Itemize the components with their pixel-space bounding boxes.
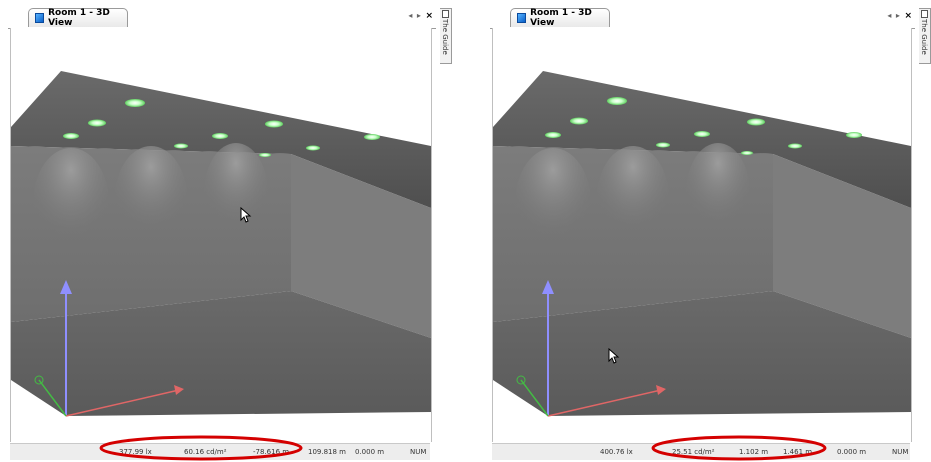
room-render bbox=[493, 71, 911, 417]
document-icon bbox=[442, 10, 449, 18]
num-lock-indicator: NUM bbox=[410, 448, 427, 456]
tab-scroll-arrows[interactable]: ◂ ▸ bbox=[408, 11, 422, 20]
tab-room1-3d-view[interactable]: Room 1 - 3D View bbox=[510, 8, 610, 28]
ceiling-luminaire bbox=[306, 145, 320, 151]
ceiling-luminaire bbox=[607, 97, 627, 105]
wall-light-spot bbox=[686, 143, 750, 243]
highlight-ellipse bbox=[99, 435, 303, 461]
3d-viewport[interactable] bbox=[10, 28, 432, 442]
left-3d-view-window: Room 1 - 3D View ◂ ▸ × The Guide 377.99 … bbox=[0, 0, 452, 461]
wall-light-spot bbox=[33, 148, 109, 258]
mouse-pointer-icon bbox=[608, 348, 620, 364]
tab-nav-controls: ◂ ▸ × bbox=[408, 11, 434, 21]
close-icon[interactable]: × bbox=[904, 11, 913, 21]
z-coordinate-readout: 0.000 m bbox=[355, 448, 385, 456]
ceiling-luminaire bbox=[570, 117, 588, 125]
ceiling-luminaire bbox=[545, 132, 561, 138]
ceiling-luminaire bbox=[788, 143, 802, 149]
ceiling-luminaire bbox=[88, 119, 106, 127]
wall-light-spot bbox=[515, 148, 591, 258]
cube-icon bbox=[35, 13, 45, 23]
ceiling-luminaire bbox=[259, 153, 271, 157]
close-icon[interactable]: × bbox=[425, 11, 434, 21]
cube-icon bbox=[517, 13, 527, 23]
highlight-ellipse bbox=[651, 435, 827, 461]
wall-light-spot bbox=[115, 146, 187, 250]
wall-light-spot bbox=[204, 143, 268, 243]
the-guide-side-tab[interactable]: The Guide bbox=[919, 8, 931, 64]
y-coordinate-readout: 109.818 m bbox=[308, 448, 346, 456]
ceiling-luminaire bbox=[656, 142, 670, 148]
tab-scroll-arrows[interactable]: ◂ ▸ bbox=[887, 11, 901, 20]
right-3d-view-window: Room 1 - 3D View ◂ ▸ × The Guide 400.76 … bbox=[482, 0, 931, 461]
ceiling-luminaire bbox=[364, 134, 380, 140]
tab-bar: Room 1 - 3D View ◂ ▸ × bbox=[8, 6, 436, 29]
tab-title: Room 1 - 3D View bbox=[48, 8, 110, 28]
tab-title: Room 1 - 3D View bbox=[530, 8, 592, 28]
ceiling-luminaire bbox=[174, 143, 188, 149]
tab-room1-3d-view[interactable]: Room 1 - 3D View bbox=[28, 8, 128, 28]
illuminance-readout: 400.76 lx bbox=[600, 448, 633, 456]
tab-nav-controls: ◂ ▸ × bbox=[887, 11, 913, 21]
ceiling-luminaire bbox=[747, 118, 765, 126]
room-render bbox=[11, 71, 431, 417]
ceiling-luminaire bbox=[741, 151, 753, 155]
3d-viewport[interactable] bbox=[492, 28, 912, 442]
mouse-pointer-icon bbox=[240, 207, 252, 223]
ceiling-luminaire bbox=[694, 131, 710, 137]
ceiling-luminaire bbox=[265, 120, 283, 128]
the-guide-side-tab[interactable]: The Guide bbox=[440, 8, 452, 64]
ceiling-luminaire bbox=[125, 99, 145, 107]
num-lock-indicator: NUM bbox=[892, 448, 909, 456]
wall-light-spot bbox=[597, 146, 669, 250]
tab-bar: Room 1 - 3D View ◂ ▸ × bbox=[490, 6, 915, 29]
ceiling-luminaire bbox=[846, 132, 862, 138]
ceiling-luminaire bbox=[212, 133, 228, 139]
z-coordinate-readout: 0.000 m bbox=[837, 448, 867, 456]
document-icon bbox=[921, 10, 928, 18]
ceiling-luminaire bbox=[63, 133, 79, 139]
